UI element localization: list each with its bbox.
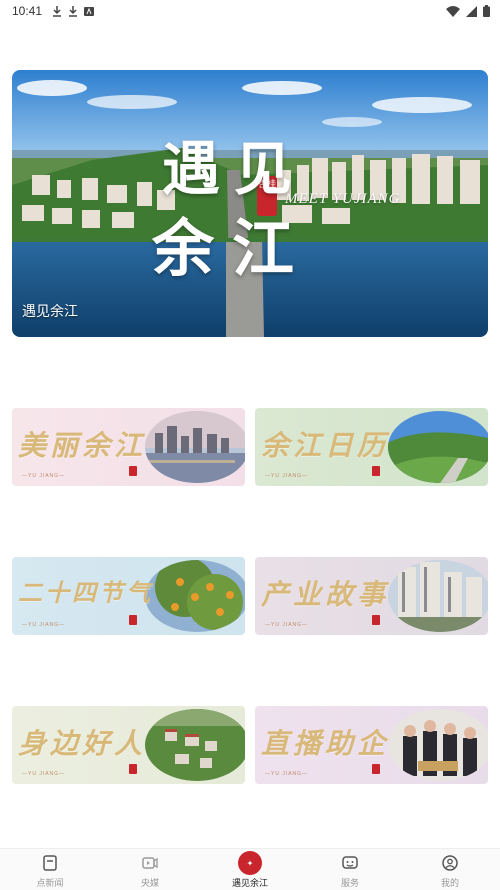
card-seal: [372, 615, 380, 625]
nav-label: 遇见余江: [231, 879, 268, 889]
nav-label: 服务: [340, 879, 359, 889]
card-photo: [388, 560, 488, 632]
nav-item-news[interactable]: 点新闻: [0, 849, 100, 890]
news-icon: [43, 855, 57, 871]
status-bar: 10:41: [0, 0, 500, 22]
card-title: 直播助企: [261, 727, 390, 760]
nav-item-meet-yujiang[interactable]: ✦ 遇见余江: [200, 849, 300, 890]
card-seal: [372, 764, 380, 774]
card-livestream-enterprise[interactable]: 直播助企 —YU JIANG—: [255, 706, 488, 784]
card-subtitle: —YU JIANG—: [22, 771, 66, 777]
card-title: 二十四节气: [18, 578, 153, 607]
card-seal: [129, 615, 137, 625]
nav-label: 点新闻: [36, 879, 64, 889]
card-subtitle: —YU JIANG—: [22, 473, 66, 479]
card-photo: [145, 411, 245, 483]
card-title: 余江日历: [261, 429, 390, 462]
download-icon: [53, 5, 62, 17]
card-photo: [388, 411, 488, 483]
status-system-icons: [446, 5, 490, 17]
card-title: 产业故事: [261, 578, 390, 611]
signal-icon: [466, 5, 477, 17]
nav-item-service[interactable]: 服务: [300, 849, 400, 890]
wifi-icon: [446, 5, 460, 17]
yujiang-logo-icon: ✦: [238, 851, 262, 875]
hero-caption: 遇见余江: [22, 304, 78, 320]
hero-banner[interactable]: 杏桂 MEET YUJIANG 遇见 余江 遇见余江: [12, 70, 488, 337]
bottom-nav: 点新闻 央媒 ✦ 遇见余江 服务 我的: [0, 848, 500, 890]
card-subtitle: —YU JIANG—: [265, 473, 309, 479]
status-notifications: [52, 5, 95, 17]
card-seal: [129, 764, 137, 774]
nav-item-profile[interactable]: 我的: [400, 849, 500, 890]
battery-icon: [483, 5, 490, 17]
card-subtitle: —YU JIANG—: [22, 622, 66, 628]
card-subtitle: —YU JIANG—: [265, 622, 309, 628]
card-good-people[interactable]: 身边好人 —YU JIANG—: [12, 706, 245, 784]
card-title: 身边好人: [18, 727, 147, 760]
status-time: 10:41: [12, 4, 43, 18]
service-icon: [342, 856, 358, 869]
hero-calligraphy-line2: 余江: [152, 212, 313, 285]
hero-calligraphy-line1: 遇见: [162, 135, 307, 203]
card-title: 美丽余江: [18, 429, 147, 462]
card-seal: [372, 466, 380, 476]
video-icon: [142, 857, 158, 869]
hero-photo: [12, 70, 488, 337]
card-yujiang-calendar[interactable]: 余江日历 —YU JIANG—: [255, 408, 488, 486]
profile-icon: [442, 855, 458, 871]
card-solar-terms[interactable]: 二十四节气 —YU JIANG—: [12, 557, 245, 635]
card-industry-stories[interactable]: 产业故事 —YU JIANG—: [255, 557, 488, 635]
card-seal: [129, 466, 137, 476]
card-photo: [145, 709, 245, 781]
card-beautiful-yujiang[interactable]: 美丽余江 —YU JIANG—: [12, 408, 245, 486]
download-icon: [69, 5, 78, 17]
nav-item-central-media[interactable]: 央媒: [100, 849, 200, 890]
nav-label: 央媒: [140, 879, 159, 889]
app-notification-icon: [84, 6, 95, 16]
card-photo: [388, 709, 488, 781]
nav-label: 我的: [440, 879, 459, 889]
card-subtitle: —YU JIANG—: [265, 771, 309, 777]
